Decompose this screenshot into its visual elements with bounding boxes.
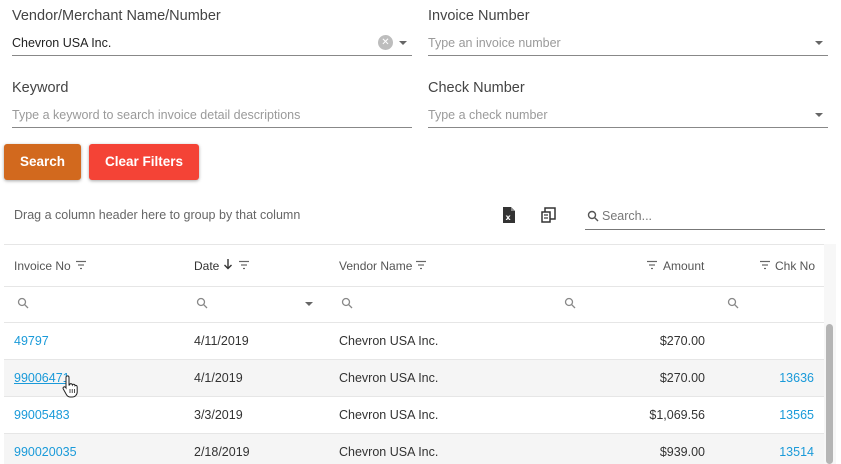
column-chooser-icon[interactable] — [540, 206, 558, 224]
filter-icon[interactable] — [415, 260, 427, 270]
filter-icon[interactable] — [646, 260, 658, 270]
header-divider — [4, 244, 824, 245]
filter-icon[interactable] — [759, 260, 771, 270]
invoice-number-input[interactable]: Type an invoice number — [428, 36, 561, 50]
col-header-vendor[interactable]: Vendor Name — [339, 259, 412, 273]
excel-export-icon[interactable]: x — [501, 206, 517, 224]
grid-search-input[interactable]: Search... — [602, 209, 652, 223]
chevron-down-icon[interactable] — [399, 41, 407, 45]
sort-descending-icon[interactable] — [223, 258, 233, 270]
filter-icon[interactable] — [75, 260, 87, 270]
col-header-amount[interactable]: Amount — [663, 259, 704, 273]
date-cell: 4/11/2019 — [194, 334, 249, 348]
search-icon[interactable] — [196, 297, 208, 309]
search-icon[interactable] — [727, 297, 739, 309]
search-icon[interactable] — [17, 297, 29, 309]
search-button[interactable]: Search — [4, 144, 81, 180]
chevron-down-icon[interactable] — [815, 113, 823, 117]
date-cell: 2/18/2019 — [194, 445, 250, 459]
check-number-input[interactable]: Type a check number — [428, 108, 548, 122]
col-header-check[interactable]: Chk No — [775, 259, 815, 273]
check-link[interactable]: 13514 — [734, 445, 814, 459]
chevron-down-icon[interactable] — [815, 41, 823, 45]
filter-icon[interactable] — [238, 260, 250, 270]
invoice-link[interactable]: 990020035 — [14, 445, 77, 459]
invoice-link[interactable]: 49797 — [14, 334, 49, 348]
date-cell: 3/3/2019 — [194, 408, 243, 422]
vendor-cell: Chevron USA Inc. — [339, 445, 439, 459]
vendor-cell: Chevron USA Inc. — [339, 371, 439, 385]
col-header-date[interactable]: Date — [194, 259, 219, 273]
keyword-label: Keyword — [12, 80, 69, 96]
vendor-cell: Chevron USA Inc. — [339, 408, 439, 422]
chevron-down-icon[interactable] — [305, 302, 313, 306]
vendor-input[interactable]: Chevron USA Inc. — [12, 36, 111, 50]
amount-cell: $939.00 — [659, 445, 705, 459]
svg-text:x: x — [506, 213, 512, 222]
check-number-underline — [428, 127, 828, 128]
amount-cell: $270.00 — [659, 371, 705, 385]
vendor-cell: Chevron USA Inc. — [339, 334, 439, 348]
amount-cell: $270.00 — [659, 334, 705, 348]
header-divider — [4, 286, 824, 287]
grid-search-underline — [585, 229, 825, 230]
search-icon — [587, 210, 599, 222]
keyword-underline — [12, 127, 412, 128]
check-number-label: Check Number — [428, 80, 525, 96]
invoice-number-label: Invoice Number — [428, 8, 530, 24]
date-cell: 4/1/2019 — [194, 371, 243, 385]
header-area — [4, 244, 824, 322]
clear-icon[interactable]: ✕ — [378, 35, 393, 50]
check-link[interactable]: 13565 — [734, 408, 814, 422]
keyword-input[interactable]: Type a keyword to search invoice detail … — [12, 108, 300, 122]
hand-pointer-icon — [62, 375, 78, 398]
search-icon[interactable] — [564, 297, 576, 309]
col-header-invoice[interactable]: Invoice No — [14, 259, 71, 273]
search-icon[interactable] — [341, 297, 353, 309]
invoice-number-underline — [428, 55, 828, 56]
invoice-link[interactable]: 99005483 — [14, 408, 70, 422]
check-link[interactable]: 13636 — [734, 371, 814, 385]
vendor-label: Vendor/Merchant Name/Number — [12, 8, 221, 24]
vendor-underline — [12, 55, 412, 56]
amount-cell: $1,069.56 — [649, 408, 705, 422]
clear-filters-button[interactable]: Clear Filters — [89, 144, 199, 180]
scrollbar-thumb[interactable] — [826, 324, 833, 464]
group-panel[interactable]: Drag a column header here to group by th… — [14, 208, 300, 222]
